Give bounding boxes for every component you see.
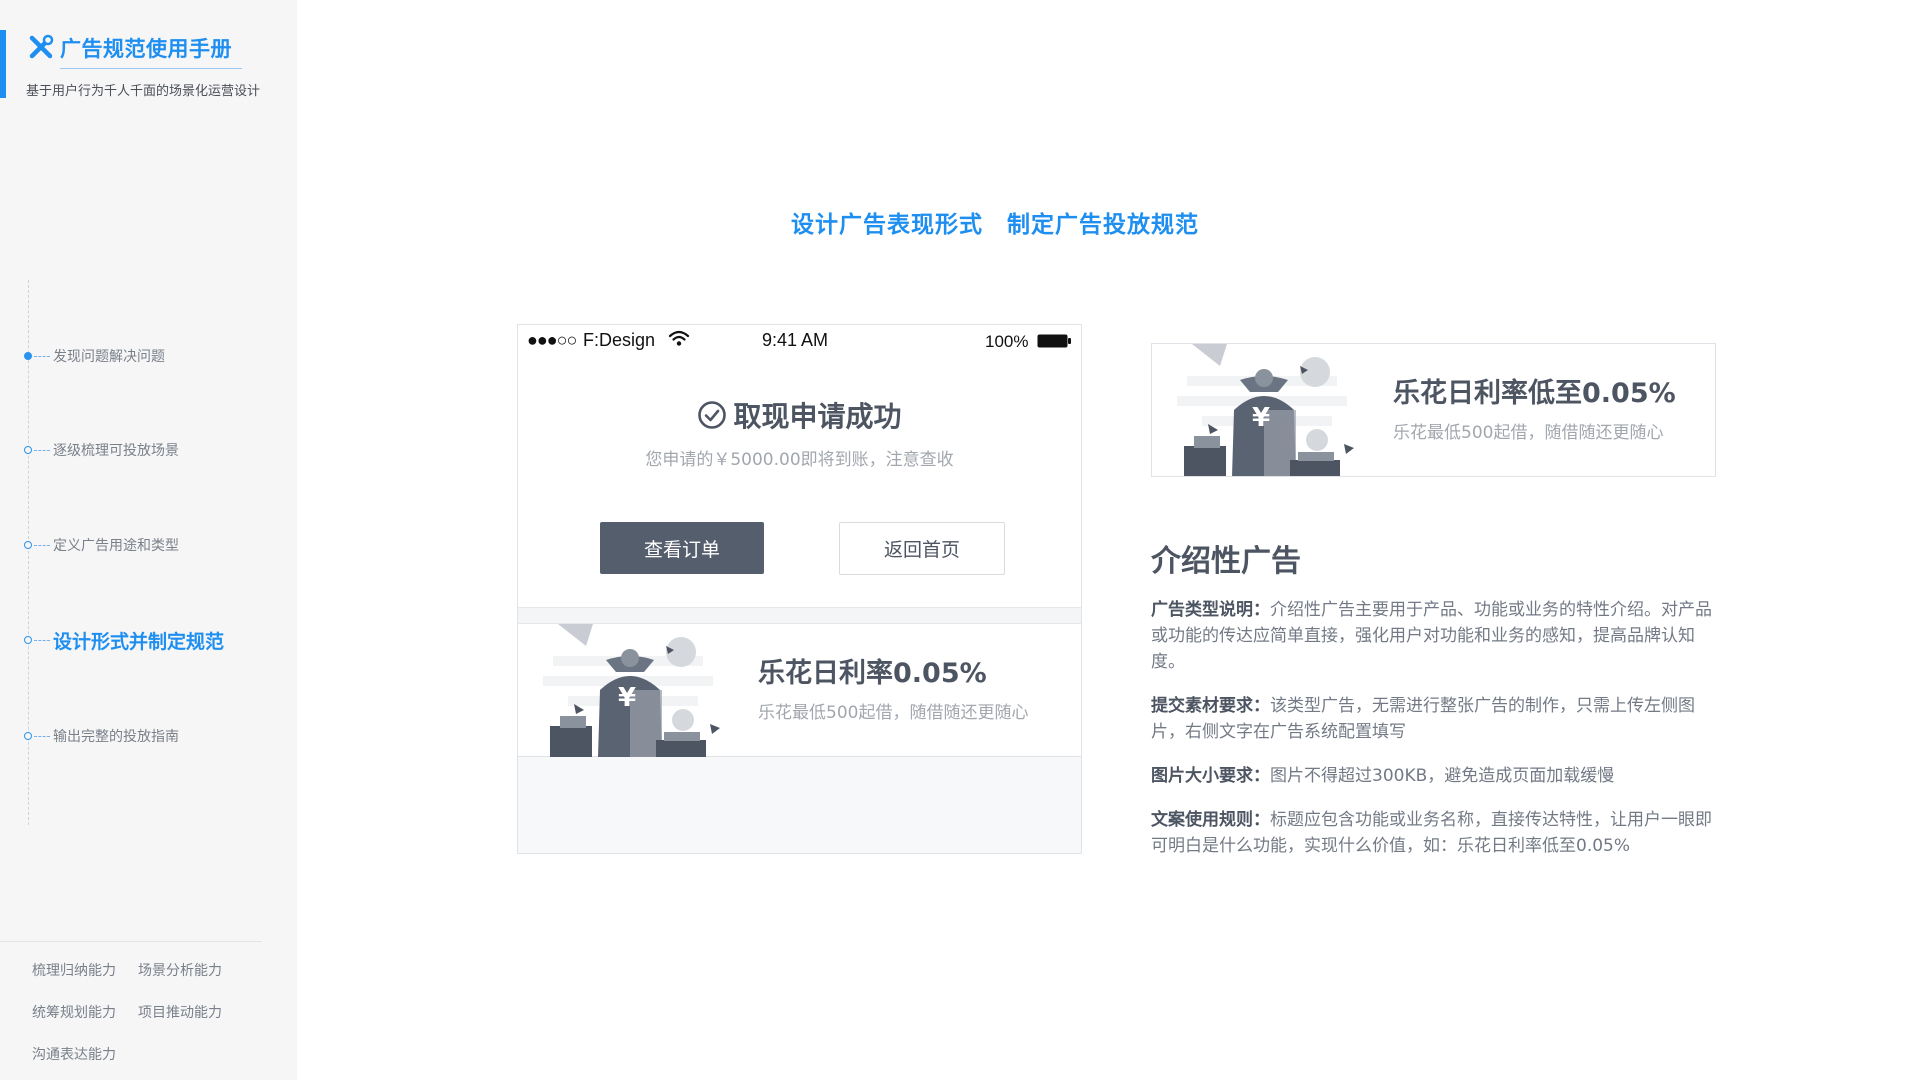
nav-dot — [24, 541, 32, 549]
ad-title: 乐花日利率低至0.05% — [1393, 378, 1676, 409]
sidebar-accent-bar — [0, 30, 6, 98]
nav-connector — [34, 544, 50, 546]
nav-item-scenes[interactable]: 逐级梳理可投放场景 — [24, 440, 179, 460]
nav-item-output[interactable]: 输出完整的投放指南 — [24, 726, 179, 746]
tools-icon — [29, 34, 54, 59]
money-bag-illustration: ¥ — [543, 624, 720, 757]
phone-mockup: ●●●○○ F:Design 9:41 AM 100% 取现申请成功 您申请的￥… — [517, 324, 1082, 854]
nav-dot — [24, 446, 32, 454]
nav-dot — [24, 732, 32, 740]
svg-text:¥: ¥ — [1252, 403, 1270, 433]
ad-subtitle: 乐花最低500起借，随借随还更随心 — [758, 703, 1029, 723]
ad-title: 乐花日利率0.05% — [758, 658, 987, 689]
nav-item-define[interactable]: 定义广告用途和类型 — [24, 535, 179, 555]
nav-item-label: 输出完整的投放指南 — [53, 729, 179, 745]
sidebar-title: 广告规范使用手册 — [60, 37, 232, 61]
success-heading: 取现申请成功 — [518, 395, 1081, 435]
money-bag-illustration: ¥ — [1177, 344, 1354, 476]
sidebar: 广告规范使用手册 基于用户行为千人千面的场景化运营设计 发现问题解决问题 逐级梳… — [0, 0, 297, 1080]
desc-label: 提交素材要求： — [1151, 696, 1270, 716]
nav-item-label: 发现问题解决问题 — [53, 349, 165, 365]
skill-tag: 项目推动能力 — [138, 1005, 222, 1021]
success-title-text: 取现申请成功 — [733, 400, 902, 433]
carrier-name: F:Design — [583, 330, 656, 350]
nav-connector — [34, 639, 50, 641]
title-underline — [60, 68, 242, 69]
desc-label: 广告类型说明： — [1151, 600, 1270, 620]
desc-label: 文案使用规则： — [1151, 810, 1270, 830]
desc-label: 图片大小要求： — [1151, 766, 1270, 786]
battery-percent: 100% — [985, 332, 1029, 351]
skill-tag: 统筹规划能力 — [32, 1005, 116, 1021]
ad-subtitle: 乐花最低500起借，随借随还更随心 — [1393, 423, 1664, 443]
wifi-icon — [668, 330, 690, 346]
sidebar-divider — [0, 941, 262, 942]
nav-item-discover[interactable]: 发现问题解决问题 — [24, 346, 165, 366]
back-home-button[interactable]: 返回首页 — [839, 522, 1005, 575]
desc-text: 图片不得超过300KB，避免造成页面加载缓慢 — [1270, 766, 1615, 786]
desc-copy-rules: 文案使用规则：标题应包含功能或业务名称，直接传达特性，让用户一眼即可明白是什么功… — [1151, 807, 1719, 859]
desc-material: 提交素材要求：该类型广告，无需进行整张广告的制作，只需上传左侧图片，右侧文字在广… — [1151, 693, 1719, 745]
hero-title: 设计广告表现形式 制定广告投放规范 — [791, 212, 1199, 238]
skill-tag: 沟通表达能力 — [32, 1047, 116, 1063]
svg-text:¥: ¥ — [618, 683, 636, 713]
nav-item-design-active[interactable]: 设计形式并制定规范 — [24, 630, 224, 653]
sidebar-subtitle: 基于用户行为千人千面的场景化运营设计 — [26, 84, 261, 99]
ad-banner[interactable]: ¥ 乐花日利率0.05% 乐花最低500起借，随借随还更随心 — [518, 624, 1081, 757]
nav-dot — [24, 352, 32, 360]
nav-item-label: 定义广告用途和类型 — [53, 538, 179, 554]
success-description: 您申请的￥5000.00即将到账，注意查收 — [645, 450, 954, 470]
view-order-button[interactable]: 查看订单 — [600, 522, 764, 574]
nav-item-label: 设计形式并制定规范 — [53, 630, 225, 653]
skill-tag: 梳理归纳能力 — [32, 963, 116, 979]
battery-icon — [1037, 334, 1071, 348]
section-separator — [518, 607, 1081, 624]
ad-sample-card[interactable]: ¥ 乐花日利率低至0.05% 乐花最低500起借，随借随还更随心 — [1151, 343, 1716, 477]
nav-connector — [34, 355, 50, 357]
desc-ad-type: 广告类型说明：介绍性广告主要用于产品、功能或业务的特性介绍。对产品或功能的传达应… — [1151, 597, 1719, 675]
skill-tag: 场景分析能力 — [138, 963, 222, 979]
check-circle-icon — [698, 401, 727, 429]
nav-connector — [34, 449, 50, 451]
desc-image-size: 图片大小要求：图片不得超过300KB，避免造成页面加载缓慢 — [1151, 763, 1719, 789]
signal-indicator: ●●●○○ — [527, 330, 577, 350]
status-bar: ●●●○○ F:Design 9:41 AM 100% — [518, 325, 1081, 355]
phone-empty-area — [518, 757, 1081, 853]
nav-item-label: 逐级梳理可投放场景 — [53, 443, 179, 459]
nav-dot — [24, 636, 32, 644]
nav-connector — [34, 735, 50, 737]
status-time: 9:41 AM — [762, 330, 829, 350]
section-heading: 介绍性广告 — [1151, 544, 1301, 579]
